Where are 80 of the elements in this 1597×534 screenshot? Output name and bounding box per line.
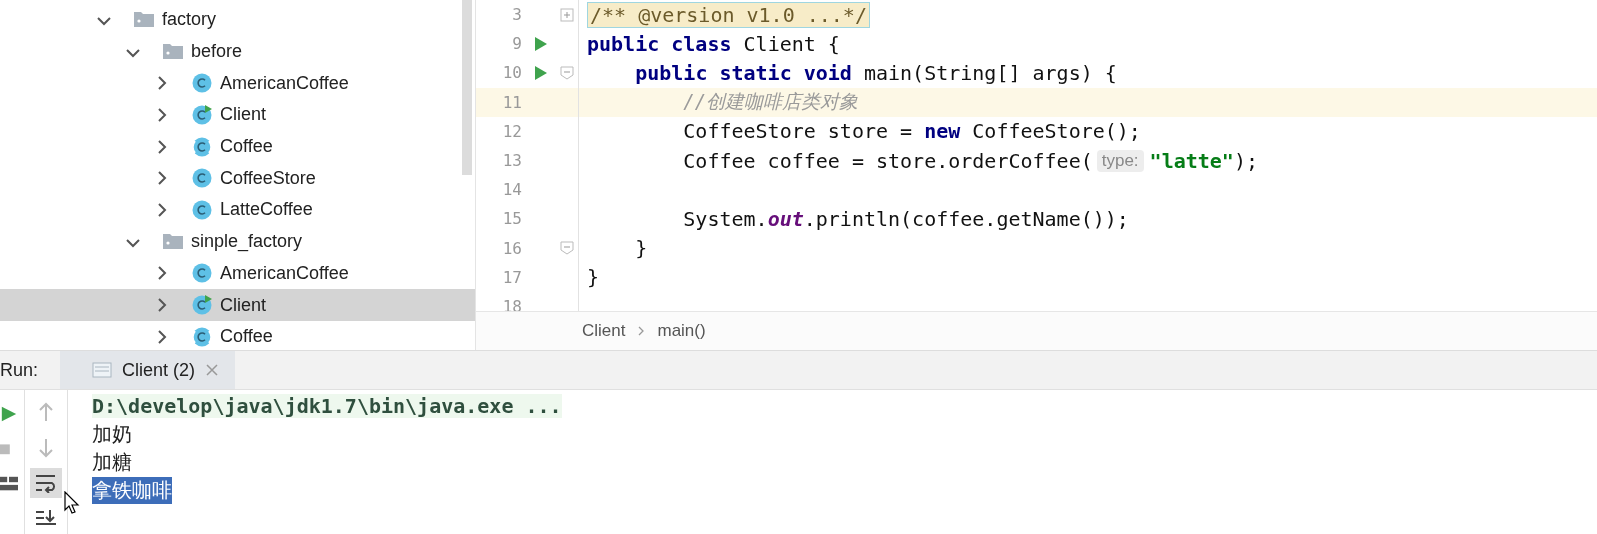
abstract-class-icon xyxy=(192,326,212,347)
console-output: 加糖 xyxy=(92,449,132,475)
code-text: Client { xyxy=(743,31,840,56)
run-gutter-icon[interactable] xyxy=(534,35,548,52)
run-gutter-icon[interactable] xyxy=(534,64,548,81)
tree-item[interactable]: Coffee xyxy=(0,320,475,350)
line-number: 15 xyxy=(501,208,523,231)
tree-item-label: Client xyxy=(220,294,267,316)
separator-icon xyxy=(637,326,646,336)
tree-item[interactable]: Client xyxy=(0,289,475,321)
code-text: Coffee coffee = store.orderCoffee( xyxy=(683,148,1093,173)
code-comment: //创建咖啡店类对象 xyxy=(683,89,859,115)
tree-item-label: AmericanCoffee xyxy=(220,72,349,94)
mouse-cursor-icon xyxy=(64,491,80,515)
abstract-class-icon xyxy=(192,136,212,157)
tree-item[interactable]: CoffeeStore xyxy=(0,162,475,195)
panel-title: Run: xyxy=(0,359,40,381)
tree-item-label: Coffee xyxy=(220,326,273,348)
line-number: 3 xyxy=(511,4,523,27)
tree-item[interactable]: AmericanCoffee xyxy=(0,257,475,290)
code-text: .println(coffee.getName()); xyxy=(803,206,1129,231)
code-text: CoffeeStore store = xyxy=(683,119,914,144)
run-icon[interactable] xyxy=(0,404,18,424)
scrollbar[interactable] xyxy=(462,0,472,175)
wrap-icon xyxy=(35,473,57,493)
runnable-class-icon xyxy=(192,295,212,316)
tree-item[interactable]: factory xyxy=(0,4,475,36)
layout-icon[interactable] xyxy=(0,476,18,492)
tree-item-label: Client xyxy=(220,104,267,126)
code-text: ); xyxy=(1233,148,1258,173)
line-number: 12 xyxy=(501,120,523,143)
breadcrumb-item[interactable]: main() xyxy=(657,321,706,341)
code-text: } xyxy=(587,265,600,290)
parameter-hint: type: xyxy=(1096,149,1144,172)
line-number: 14 xyxy=(501,179,523,202)
line-number: 13 xyxy=(501,150,523,173)
line-number: 11 xyxy=(501,91,523,114)
code-text: main(String[] args) { xyxy=(863,60,1117,85)
tree-item[interactable]: before xyxy=(0,35,475,68)
console-icon xyxy=(92,362,113,378)
code-text: } xyxy=(635,236,648,261)
line-number: 9 xyxy=(511,33,523,56)
console-output: 拿铁咖啡 xyxy=(92,476,172,504)
code-keyword: public class xyxy=(587,31,733,56)
console-command: D:\develop\java\jdk1.7\bin\java.exe ... xyxy=(92,394,562,418)
code-text: CoffeeStore(); xyxy=(972,119,1141,144)
tree-item[interactable]: LatteCoffee xyxy=(0,194,475,226)
tree-item[interactable]: Client xyxy=(0,99,475,131)
tree-item[interactable]: AmericanCoffee xyxy=(0,67,475,100)
tree-item-label: AmericanCoffee xyxy=(220,262,349,284)
class-icon xyxy=(192,168,212,189)
class-icon xyxy=(192,199,212,220)
code-keyword: public static void xyxy=(635,60,853,85)
tree-item-label: Coffee xyxy=(220,136,273,158)
soft-wrap-button[interactable] xyxy=(30,468,62,498)
line-number: 17 xyxy=(501,266,523,289)
console-output: 加奶 xyxy=(92,421,132,447)
folder-icon xyxy=(134,9,154,30)
tree-item-label: before xyxy=(191,41,243,63)
scroll-to-end-icon[interactable] xyxy=(35,508,57,528)
tree-item[interactable]: sinple_factory xyxy=(0,225,475,258)
code-text: System. xyxy=(683,206,768,231)
folder-icon xyxy=(163,231,183,252)
line-number: 10 xyxy=(501,62,523,85)
tree-item-label: CoffeeStore xyxy=(220,167,316,189)
tree-item-label: LatteCoffee xyxy=(220,199,313,221)
runnable-class-icon xyxy=(192,104,212,125)
class-icon xyxy=(192,263,212,284)
line-number: 16 xyxy=(501,237,523,260)
breadcrumb-item[interactable]: Client xyxy=(582,321,626,341)
field-name: out xyxy=(767,206,804,231)
tree-item[interactable]: Coffee xyxy=(0,130,475,163)
code-keyword: new xyxy=(924,119,962,144)
class-icon xyxy=(192,73,212,94)
folded-comment: /** @version v1.0 ...*/ xyxy=(587,1,870,28)
string-literal: "latte" xyxy=(1149,148,1234,173)
folder-icon xyxy=(163,41,183,62)
tree-item-label: sinple_factory xyxy=(191,231,303,253)
tree-item-label: factory xyxy=(162,9,217,31)
run-tab[interactable]: Client (2) xyxy=(60,351,236,389)
